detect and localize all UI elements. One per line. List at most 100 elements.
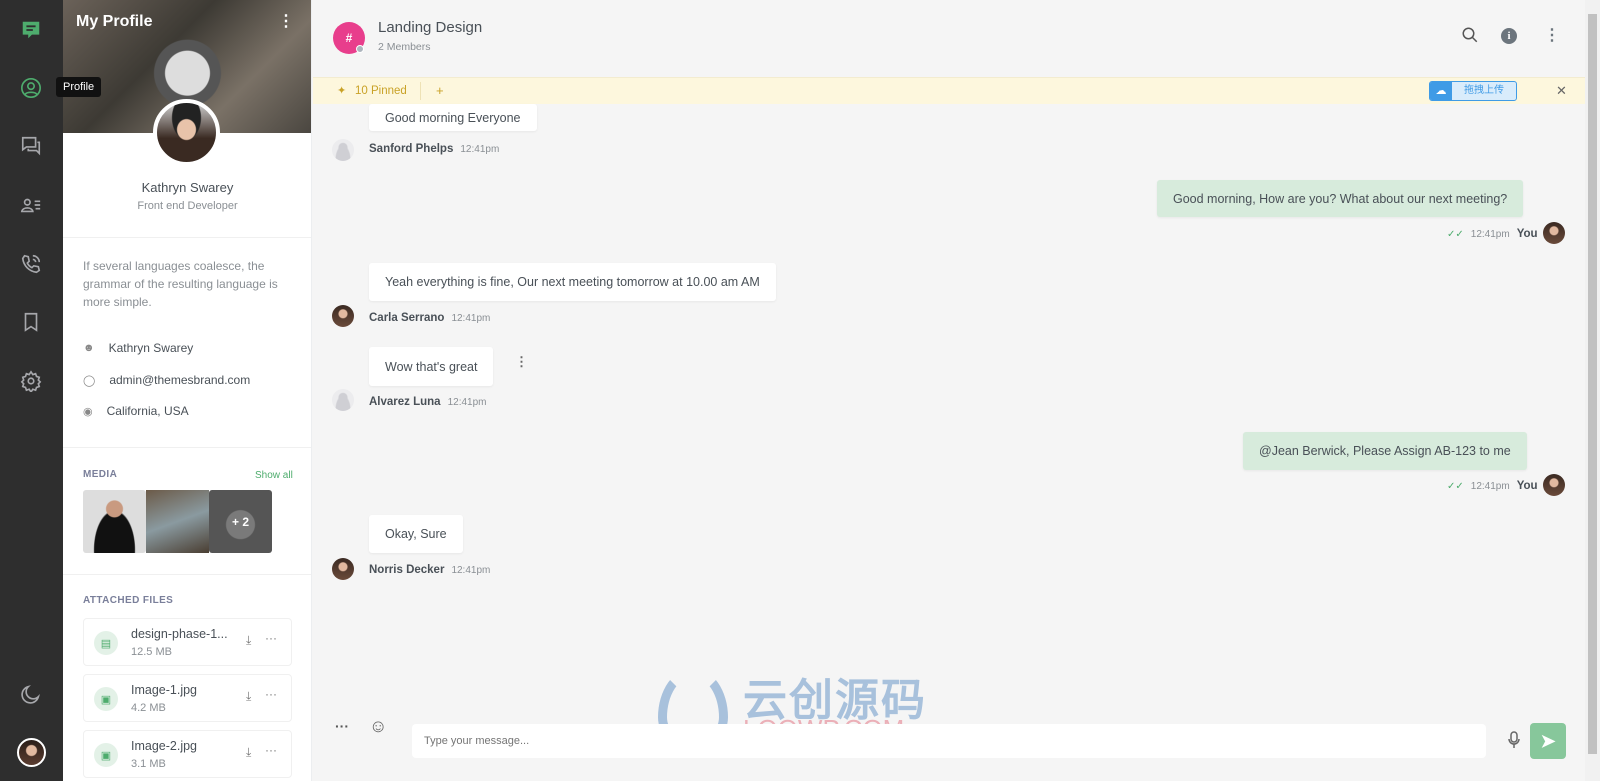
more-horizontal-icon[interactable]: ··· (265, 743, 277, 757)
avatar (332, 305, 354, 327)
pin-icon: ✦ (337, 85, 347, 97)
profile-avatar (153, 99, 220, 166)
nav-bookmarks-button[interactable] (16, 307, 46, 337)
upload-label: 拖拽上传 (1464, 85, 1504, 96)
more-horizontal-icon[interactable]: ··· (265, 687, 277, 701)
nav-profile-button[interactable] (16, 73, 46, 103)
message-icon: ◯ (83, 374, 96, 387)
download-icon[interactable]: ⤓ (246, 689, 251, 704)
message-meta: Sanford Phelps 12:41pm (369, 143, 499, 155)
info-name: ☻ Kathryn Swarey (83, 341, 193, 355)
cloud-icon: ☁ (1430, 82, 1452, 100)
scrollbar-thumb[interactable] (1588, 14, 1597, 754)
file-text-icon: ▤ (94, 631, 118, 655)
message-meta: ✓✓ 12:41pm You (1447, 228, 1538, 240)
panel-title: My Profile (76, 13, 153, 30)
side-nav (0, 0, 63, 781)
show-all-link[interactable]: Show all (255, 470, 293, 481)
search-icon[interactable] (1461, 26, 1479, 49)
upload-extension-button[interactable]: ☁ 拖拽上传 (1429, 81, 1517, 101)
download-icon[interactable]: ⤓ (246, 745, 251, 760)
image-icon: ▣ (94, 687, 118, 711)
nav-chats-button[interactable] (16, 15, 46, 45)
message-bubble: Good morning Everyone (369, 104, 537, 131)
chat-bubbles-icon (21, 136, 41, 156)
profile-name: Kathryn Swarey (141, 180, 234, 195)
info-icon[interactable]: i (1501, 28, 1517, 44)
info-location: ◉ California, USA (83, 404, 189, 418)
attached-files-title: ATTACHED FILES (83, 595, 174, 606)
message-meta: Alvarez Luna 12:41pm (369, 396, 487, 408)
divider (63, 447, 311, 448)
file-item[interactable]: ▣ Image-2.jpg 3.1 MB ⤓ ··· (83, 730, 292, 778)
nav-tooltip: Profile (56, 77, 102, 97)
message-bubble: Good morning, How are you? What about ou… (1157, 180, 1524, 217)
timestamp: 12:41pm (460, 143, 500, 155)
more-vertical-icon[interactable]: ⋮ (278, 11, 294, 31)
file-size: 4.2 MB (131, 702, 166, 714)
info-text: admin@themesbrand.com (109, 373, 251, 387)
user-circle-icon (21, 78, 41, 98)
author: Sanford Phelps (369, 143, 454, 155)
message-input[interactable] (412, 724, 1486, 758)
message-meta: Norris Decker 12:41pm (369, 564, 490, 576)
theme-toggle-button[interactable] (16, 679, 46, 709)
nav-calls-button[interactable] (16, 249, 46, 279)
file-name: design-phase-1... (131, 627, 228, 641)
contacts-icon (20, 198, 41, 213)
author: You (1516, 228, 1538, 240)
phone-call-icon (21, 254, 41, 274)
emoji-icon[interactable]: ☺ (369, 716, 387, 737)
more-horizontal-icon[interactable]: ··· (265, 631, 277, 645)
divider (63, 237, 311, 238)
pinned-bar: ✦ 10 Pinned + ☁ 拖拽上传 ✕ (313, 77, 1585, 104)
nav-contacts-button[interactable] (16, 190, 46, 220)
avatar (332, 139, 354, 161)
message-bubble: Wow that's great (369, 347, 494, 386)
profile-role: Front end Developer (137, 200, 238, 212)
user-icon: ☻ (83, 342, 95, 354)
file-name: Image-2.jpg (131, 739, 198, 753)
file-item[interactable]: ▤ design-phase-1... 12.5 MB ⤓ ··· (83, 618, 292, 666)
profile-panel: My Profile ⋮ Kathryn Swarey Front end De… (63, 0, 312, 781)
file-item[interactable]: ▣ Image-1.jpg 4.2 MB ⤓ ··· (83, 674, 292, 722)
pinned-count[interactable]: 10 Pinned (355, 85, 407, 97)
media-title: MEDIA (83, 469, 118, 480)
location-icon: ◉ (83, 405, 93, 418)
more-options-button[interactable]: ··· (335, 718, 349, 734)
info-text: Kathryn Swarey (108, 341, 194, 355)
close-icon[interactable]: ✕ (1556, 83, 1567, 99)
info-text: California, USA (106, 404, 189, 418)
author: Carla Serrano (369, 312, 445, 324)
moon-icon (21, 685, 40, 704)
nav-settings-button[interactable] (16, 366, 46, 396)
profile-bio: If several languages coalesce, the gramm… (83, 259, 278, 309)
image-icon: ▣ (94, 743, 118, 767)
author: You (1516, 480, 1538, 492)
send-button[interactable]: ➤ (1530, 723, 1566, 759)
info-email: ◯ admin@themesbrand.com (83, 373, 250, 387)
avatar (1543, 222, 1565, 244)
more-vertical-icon[interactable]: ⋮ (1544, 25, 1560, 45)
bookmark-icon (24, 312, 38, 332)
chat-area: # Landing Design 2 Members i ⋮ ✦ 10 Pinn… (313, 0, 1585, 781)
file-name: Image-1.jpg (131, 683, 198, 697)
user-avatar-button[interactable] (17, 738, 46, 767)
media-thumb[interactable] (146, 490, 209, 553)
download-icon[interactable]: ⤓ (246, 633, 251, 648)
chat-title[interactable]: Landing Design (378, 19, 482, 36)
timestamp: 12:41pm (1470, 228, 1510, 240)
message-options-icon[interactable]: ⋮ (515, 354, 528, 370)
file-size: 3.1 MB (131, 758, 166, 770)
message-bubble: @Jean Berwick, Please Assign AB-123 to m… (1243, 432, 1527, 470)
timestamp: 12:41pm (447, 396, 487, 408)
double-check-icon: ✓✓ (1447, 480, 1464, 492)
nav-messages-button[interactable] (16, 131, 46, 161)
pinned-add-button[interactable]: + (436, 83, 444, 98)
gear-icon (20, 370, 42, 392)
message-meta: ✓✓ 12:41pm You (1447, 480, 1538, 492)
media-thumb[interactable] (83, 490, 146, 553)
microphone-icon[interactable] (1508, 731, 1520, 749)
message-square-icon (22, 21, 40, 39)
media-more-button[interactable]: + 2 (209, 490, 272, 553)
